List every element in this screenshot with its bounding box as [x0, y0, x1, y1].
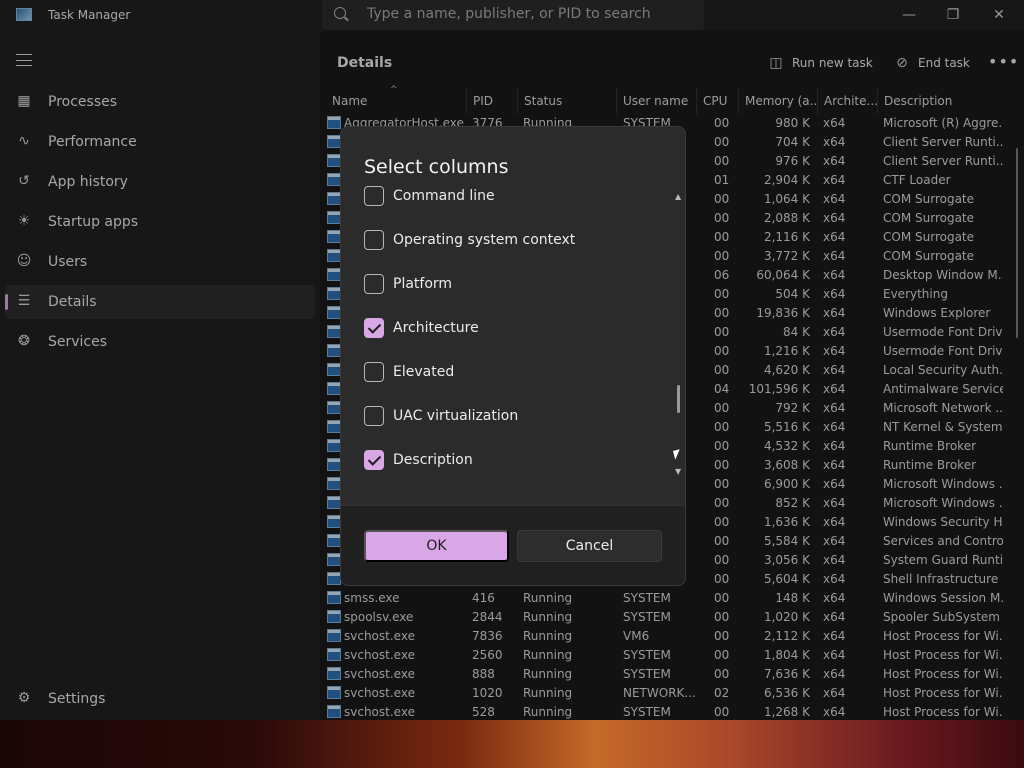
ok-button[interactable]: OK — [364, 530, 509, 562]
option-elevated[interactable]: Elevated — [364, 361, 454, 383]
option-label: Platform — [393, 276, 453, 292]
cancel-button[interactable]: Cancel — [517, 530, 662, 562]
dialog-title: Select columns — [364, 156, 509, 178]
dialog-footer: OK Cancel — [341, 505, 685, 585]
checkbox[interactable] — [364, 362, 384, 382]
option-label: UAC virtualization — [393, 408, 519, 424]
option-uac-virtualization[interactable]: UAC virtualization — [364, 405, 518, 427]
option-architecture[interactable]: Architecture — [364, 317, 479, 339]
option-description[interactable]: Description — [364, 449, 473, 471]
scroll-down-arrow-icon[interactable]: ▼ — [675, 467, 681, 476]
option-label: Operating system context — [393, 232, 576, 248]
desktop-wallpaper — [0, 720, 1024, 768]
option-label: Description — [393, 452, 473, 468]
checkbox[interactable] — [364, 230, 384, 250]
scroll-up-arrow-icon[interactable]: ▲ — [675, 192, 681, 201]
select-columns-dialog: Select columns Command line Operating sys… — [340, 126, 686, 586]
option-label: Architecture — [393, 320, 479, 336]
checkbox[interactable] — [364, 406, 384, 426]
checkbox[interactable] — [364, 450, 384, 470]
option-label: Elevated — [393, 364, 455, 380]
option-label: Command line — [393, 188, 495, 204]
column-options-list: Command line Operating system context Plat… — [341, 183, 685, 503]
option-command-line[interactable]: Command line — [364, 185, 495, 207]
dialog-scrollbar-thumb[interactable] — [677, 385, 680, 413]
option-platform[interactable]: Platform — [364, 273, 452, 295]
checkbox[interactable] — [364, 186, 384, 206]
checkbox[interactable] — [364, 318, 384, 338]
option-operating-system-context[interactable]: Operating system context — [364, 229, 575, 251]
checkbox[interactable] — [364, 274, 384, 294]
